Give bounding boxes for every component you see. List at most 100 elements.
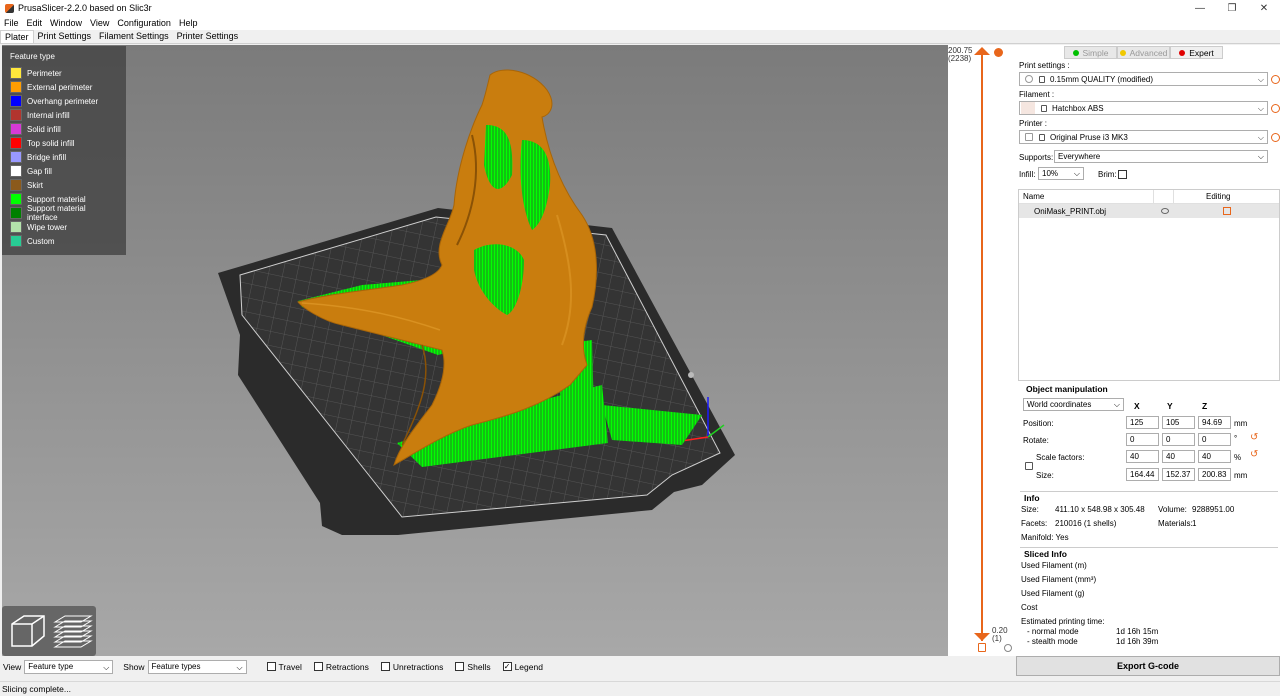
export-gcode-button[interactable]: Export G-code <box>1016 656 1280 676</box>
rotate-z-input[interactable]: 0 <box>1198 433 1231 446</box>
legend-color-swatch <box>10 137 22 149</box>
settings-gear-icon[interactable] <box>1004 644 1012 652</box>
brim-checkbox[interactable] <box>1118 170 1127 179</box>
shells-option[interactable]: Shells <box>455 662 491 672</box>
shells-checkbox[interactable] <box>455 662 465 671</box>
travel-checkbox[interactable] <box>266 662 276 671</box>
size-x-input[interactable]: 164.44 <box>1126 468 1159 481</box>
print-settings-combo[interactable]: 0.15mm QUALITY (modified) ⌵ <box>1019 72 1268 86</box>
legend-item: Bridge infill <box>10 150 118 164</box>
mode-advanced-button[interactable]: Advanced <box>1117 46 1170 59</box>
infill-combo[interactable]: 10% ⌵ <box>1038 167 1084 180</box>
normal-mode-label: - normal mode <box>1027 627 1079 636</box>
info-title: Info <box>1024 493 1040 503</box>
view-toggle-panel <box>2 606 96 656</box>
mode-expert-button[interactable]: Expert <box>1170 46 1223 59</box>
layer-slider[interactable]: 200.75 (2238) 0.20 (1) <box>948 45 1016 656</box>
scale-lock-icon[interactable] <box>1025 462 1033 470</box>
legend-color-swatch <box>10 207 22 219</box>
legend-item: Solid infill <box>10 122 118 136</box>
info-volume-label: Volume: <box>1158 505 1187 514</box>
menu-view[interactable]: View <box>86 18 113 28</box>
column-name[interactable]: Name <box>1019 192 1153 201</box>
legend-item-label: Support material <box>27 194 86 204</box>
slider-track[interactable] <box>981 53 983 641</box>
menu-window[interactable]: Window <box>46 18 86 28</box>
size-y-input[interactable]: 152.37 <box>1162 468 1195 481</box>
legend-checkbox-checked[interactable]: ✓ <box>502 662 512 671</box>
slider-lower-thumb[interactable] <box>974 633 990 641</box>
legend-color-swatch <box>10 235 22 247</box>
minimize-button[interactable]: — <box>1184 0 1216 16</box>
printer-combo[interactable]: Original Pruse i3 MK3 ⌵ <box>1019 130 1268 144</box>
travel-option[interactable]: Travel <box>266 662 302 672</box>
position-x-input[interactable]: 125 <box>1126 416 1159 429</box>
legend-option[interactable]: ✓ Legend <box>502 662 543 672</box>
chevron-down-icon: ⌵ <box>1257 104 1264 113</box>
unretractions-checkbox[interactable] <box>380 662 390 671</box>
show-combo[interactable]: Feature types ⌵ <box>147 659 247 674</box>
coordinates-combo[interactable]: World coordinates ⌵ <box>1023 398 1124 411</box>
3d-view-icon[interactable] <box>6 610 48 652</box>
printer-icon <box>1025 133 1033 141</box>
view-type-combo[interactable]: Feature type ⌵ <box>24 659 114 674</box>
legend-item: Top solid infill <box>10 136 118 150</box>
tab-print-settings[interactable]: Print Settings <box>34 30 96 43</box>
filament-label: Filament : <box>1019 90 1055 99</box>
tab-plater[interactable]: Plater <box>0 30 34 43</box>
size-z-input[interactable]: 200.83 <box>1198 468 1231 481</box>
maximize-button[interactable]: ❐ <box>1216 0 1248 16</box>
stealth-mode-label: - stealth mode <box>1027 637 1078 646</box>
legend-item-label: Wipe tower <box>27 222 68 232</box>
printer-edit-icon[interactable] <box>1271 133 1280 142</box>
cog-icon[interactable] <box>994 48 1003 57</box>
menu-help[interactable]: Help <box>175 18 202 28</box>
info-volume-value: 9288951.00 <box>1192 505 1235 514</box>
info-materials-value: 1 <box>1192 519 1197 528</box>
filament-combo[interactable]: Hatchbox ABS ⌵ <box>1019 101 1268 115</box>
retractions-checkbox[interactable] <box>313 662 323 671</box>
cost-label: Cost <box>1021 603 1038 612</box>
position-z-input[interactable]: 94.69 <box>1198 416 1231 429</box>
menu-configuration[interactable]: Configuration <box>113 18 175 28</box>
retractions-option[interactable]: Retractions <box>313 662 369 672</box>
chevron-down-icon: ⌵ <box>1073 169 1080 178</box>
chevron-down-icon: ⌵ <box>1257 133 1264 142</box>
rotate-label: Rotate: <box>1023 436 1049 445</box>
axis-x-header: X <box>1134 401 1140 411</box>
layers-view-icon[interactable] <box>51 610 93 652</box>
edit-icon[interactable] <box>1223 207 1231 215</box>
lock-icon[interactable] <box>978 643 986 652</box>
print-settings-edit-icon[interactable] <box>1271 75 1280 84</box>
scale-z-input[interactable]: 40 <box>1198 450 1231 463</box>
position-y-input[interactable]: 105 <box>1162 416 1195 429</box>
chevron-down-icon: ⌵ <box>1257 152 1264 161</box>
status-bar: Slicing complete... <box>0 681 1280 696</box>
unretractions-option[interactable]: Unretractions <box>380 662 443 672</box>
tab-printer-settings[interactable]: Printer Settings <box>173 30 243 43</box>
object-row[interactable]: OniMask_PRINT.obj <box>1019 204 1279 218</box>
position-label: Position: <box>1023 419 1054 428</box>
column-editing[interactable]: Editing <box>1173 189 1230 204</box>
rotate-x-input[interactable]: 0 <box>1126 433 1159 446</box>
supports-combo[interactable]: Everywhere ⌵ <box>1054 150 1268 163</box>
slider-bottom-label: 0.20 (1) <box>992 626 1008 643</box>
eye-icon[interactable] <box>1161 208 1169 214</box>
tab-bar: Plater Print Settings Filament Settings … <box>0 30 1280 44</box>
reset-rotation-icon[interactable]: ↺ <box>1250 432 1258 443</box>
menu-file[interactable]: File <box>0 18 23 28</box>
reset-scale-icon[interactable]: ↺ <box>1250 449 1258 460</box>
tab-filament-settings[interactable]: Filament Settings <box>95 30 173 43</box>
filament-edit-icon[interactable] <box>1271 104 1280 113</box>
mode-simple-button[interactable]: Simple <box>1064 46 1117 59</box>
legend-item: Internal infill <box>10 108 118 122</box>
object-name[interactable]: OniMask_PRINT.obj <box>1019 207 1161 216</box>
close-button[interactable]: ✕ <box>1248 0 1280 16</box>
scale-x-input[interactable]: 40 <box>1126 450 1159 463</box>
info-facets-label: Facets: <box>1021 519 1048 528</box>
scale-y-input[interactable]: 40 <box>1162 450 1195 463</box>
rotate-y-input[interactable]: 0 <box>1162 433 1195 446</box>
slider-upper-thumb[interactable] <box>974 47 990 55</box>
3d-viewport[interactable] <box>2 45 948 656</box>
menu-edit[interactable]: Edit <box>23 18 47 28</box>
